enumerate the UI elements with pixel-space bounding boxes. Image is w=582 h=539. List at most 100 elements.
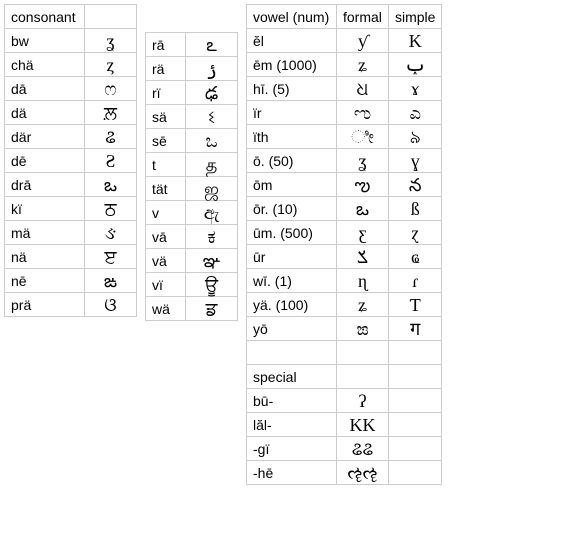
row-glyph: ଌ [85,125,137,149]
row-glyph: ෆ [85,77,137,101]
row-label: mä [5,221,85,245]
row-glyph: ਠ [85,197,137,221]
table-row: -gïଌଌ [247,437,442,461]
row-label: ēm (1000) [247,53,337,77]
vowel-table: vowel (num) formal simple ĕlƴKēm (1000)ʑ… [246,4,442,485]
row-label: bū- [247,389,337,413]
table-row: räݬ [146,57,238,81]
table-row: vඇ [146,201,238,225]
row-formal-glyph: ʑ [337,53,389,77]
row-glyph: ʓ [85,29,137,53]
row-formal-glyph: ɳ [337,269,389,293]
table-row: sēಒ [146,129,238,153]
table-row: -hēૡૡ [247,461,442,485]
row-glyph: ݬ [186,57,238,81]
row-label: nē [5,269,85,293]
consonant-header: consonant [5,5,85,29]
table-row: ūm. (500)ƹɀ [247,221,442,245]
row-label: chä [5,53,85,77]
row-label: ōm [247,173,337,197]
table-row: näੲ [5,245,137,269]
table-row: bwʓ [5,29,137,53]
table-row: däਲ਼ [5,101,137,125]
table-row: yä. (100)ʑƬ [247,293,442,317]
special-header: special [247,365,337,389]
row-formal-glyph: ݎ [337,245,389,269]
row-formal-glyph: ʓ [337,149,389,173]
row-label: v [146,201,186,225]
row-glyph: ੲ [85,245,137,269]
row-label: ō. (50) [247,149,337,173]
table-row: hī. (5)ଧɤ [247,77,442,101]
row-glyph: ઙ [85,221,137,245]
row-formal-glyph: ʔ [337,389,389,413]
row-label: rä [146,57,186,81]
row-label: där [5,125,85,149]
row-formal-glyph: ಌ [337,101,389,125]
row-glyph: ਊ [186,273,238,297]
row-simple-glyph: ಎ [389,101,442,125]
table-row: chäȥ [5,53,137,77]
table-row: ĕlƴK [247,29,442,53]
row-glyph: ଽ [186,105,238,129]
table-row: dāෆ [5,77,137,101]
table-row: drāఒ [5,173,137,197]
row-formal-glyph: ʑ [337,293,389,317]
table-row: ōmఌన [247,173,442,197]
row-formal-glyph: ଌଌ [337,437,389,461]
table-row: ēm (1000)ʑݕ [247,53,442,77]
row-glyph: ఞ [186,249,238,273]
row-label: rï [146,81,186,105]
row-formal-glyph: ఌ [337,173,389,197]
row-formal-glyph: KK [337,413,389,437]
row-glyph: ఽ [186,33,238,57]
table-row: ïrಌಎ [247,101,442,125]
row-label: t [146,153,186,177]
row-formal-glyph: ƹ [337,221,389,245]
table-row: wī. (1)ɳɾ [247,269,442,293]
row-formal-glyph: ଧ [337,77,389,101]
table-row: wäਡ [146,297,238,321]
vowel-header-simple: simple [389,5,442,29]
row-glyph: ಕ [186,225,238,249]
row-label: nä [5,245,85,269]
row-label: ūr [247,245,337,269]
row-simple-glyph: ɀ [389,221,442,245]
row-label: yä. (100) [247,293,337,317]
row-label: sä [146,105,186,129]
row-glyph: ਲ਼ [85,101,137,125]
table-row: ōr. (10)ఒß [247,197,442,221]
row-formal-glyph: ೀ [337,125,389,149]
row-label: vï [146,273,186,297]
table-row: tத [146,153,238,177]
row-label: ōr. (10) [247,197,337,221]
row-label: dā [5,77,85,101]
table-row: rāఽ [146,33,238,57]
table-row: lăl-KK [247,413,442,437]
row-glyph: ಒ [186,129,238,153]
row-simple-glyph: Ƭ [389,293,442,317]
table-row: bū-ʔ [247,389,442,413]
row-glyph: த [186,153,238,177]
row-label: ïth [247,125,337,149]
row-simple-glyph: ҩ [389,245,442,269]
row-label: dē [5,149,85,173]
row-glyph: ਡ [186,297,238,321]
row-label: bw [5,29,85,53]
table-row: mäઙ [5,221,137,245]
row-label: wī. (1) [247,269,337,293]
row-simple-glyph [389,389,442,413]
table-row: kïਠ [5,197,137,221]
row-glyph: ఒ [85,173,137,197]
consonant-table-2: rāఽräݬrïఢsäଽsēಒtதtätஜvඇvāಕväఞvïਊwäਡ [145,32,238,321]
row-label: wä [146,297,186,321]
table-row: rïఢ [146,81,238,105]
table-row: tätஜ [146,177,238,201]
table-row: säଽ [146,105,238,129]
row-simple-glyph [389,437,442,461]
row-label: ïr [247,101,337,125]
row-label: -hē [247,461,337,485]
row-simple-glyph: K [389,29,442,53]
row-formal-glyph: ఒ [337,197,389,221]
row-formal-glyph: ಙ [337,317,389,341]
